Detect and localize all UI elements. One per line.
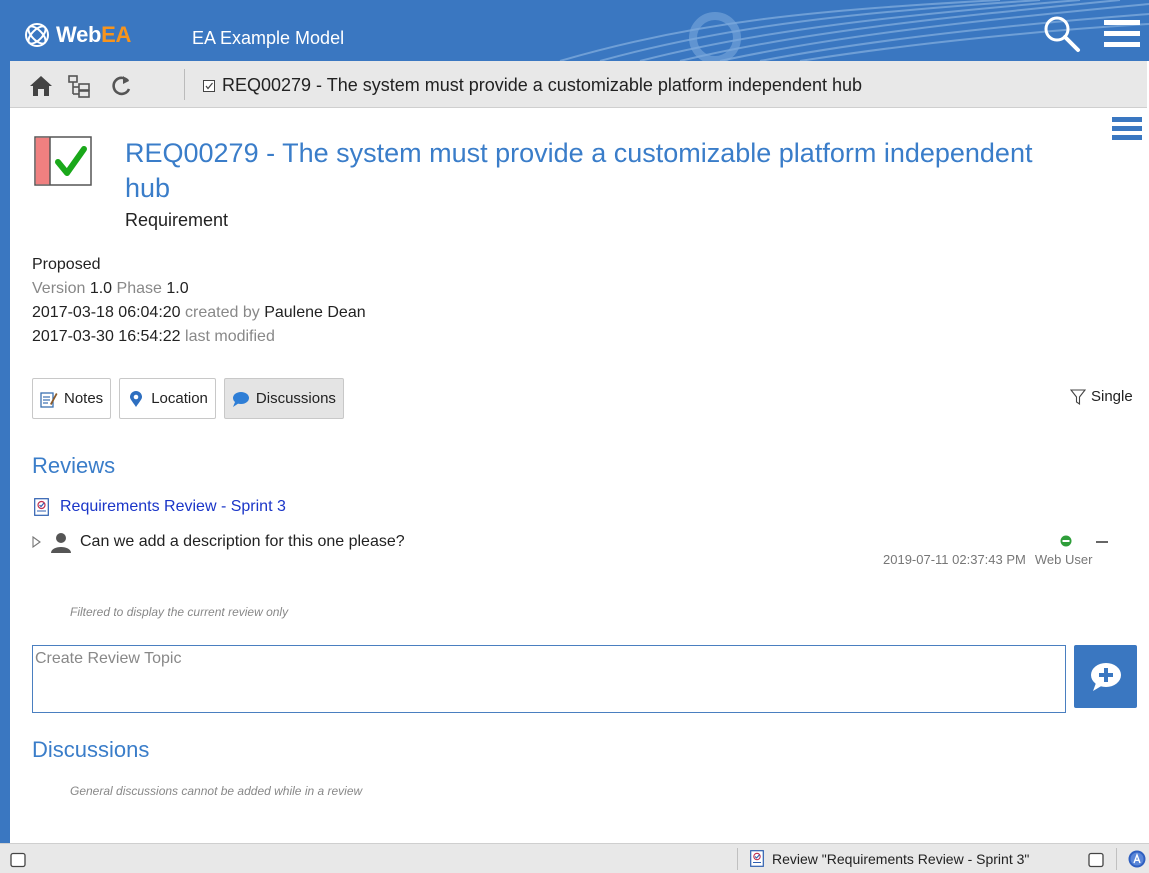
add-comment-icon — [1090, 662, 1121, 691]
breadcrumb: REQ00279 - The system must provide a cus… — [203, 75, 862, 96]
hamburger-menu-icon[interactable] — [1102, 18, 1142, 50]
topic-author: Web User — [1034, 552, 1093, 567]
review-icon — [34, 498, 49, 516]
tab-discussions-label: Discussions — [255, 390, 336, 407]
reviews-heading: Reviews — [32, 453, 116, 478]
current-review-text: Review "Requirements Review - Sprint 3" — [772, 850, 1030, 867]
filter-hint: Filtered to display the current review o… — [70, 605, 289, 619]
toggle-left-panel-icon[interactable] — [10, 852, 26, 868]
tab-notes-label: Notes — [64, 390, 104, 407]
status-divider — [1116, 848, 1117, 870]
review-link[interactable]: Requirements Review - Sprint 3 — [34, 498, 286, 516]
tab-location[interactable]: Location — [119, 378, 216, 419]
home-icon[interactable] — [28, 73, 54, 99]
topic-timestamp: 2019-07-11 02:37:43 PM — [883, 552, 1026, 567]
review-link-text: Requirements Review - Sprint 3 — [60, 498, 286, 515]
webea-logo[interactable]: WebEA — [24, 22, 131, 48]
search-icon[interactable] — [1042, 14, 1082, 54]
create-review-topic-input[interactable] — [32, 645, 1066, 713]
topic-meta: 2019-07-11 02:37:43 PM Web User — [883, 552, 1092, 567]
header-wave-decoration — [559, 0, 1149, 61]
model-name: EA Example Model — [192, 28, 345, 48]
status-text: Proposed — [32, 256, 101, 273]
tab-location-label: Location — [151, 390, 208, 407]
element-type: Requirement — [125, 210, 229, 230]
requirement-icon — [203, 79, 215, 92]
element-title: REQ00279 - The system must provide a cus… — [125, 138, 1033, 203]
location-pin-icon — [130, 390, 143, 407]
filter-label: Single — [1091, 388, 1133, 405]
topic-status-icon — [1060, 535, 1072, 547]
element-properties: Proposed Version 1.0 Phase 1.0 2017-03-1… — [32, 253, 366, 349]
status-divider — [737, 848, 738, 870]
topic-priority-indicator — [1096, 541, 1108, 543]
created-line: 2017-03-18 06:04:20 created by Paulene D… — [32, 304, 366, 321]
review-topic: Can we add a description for this one pl… — [32, 531, 405, 553]
breadcrumb-text: REQ00279 - The system must provide a cus… — [222, 75, 863, 95]
modified-line: 2017-03-30 16:54:22 last modified — [32, 328, 275, 345]
version-phase-line: Version 1.0 Phase 1.0 — [32, 280, 189, 297]
filter-icon — [1070, 388, 1086, 405]
left-accent-bar — [0, 61, 10, 873]
expand-arrow-icon[interactable] — [32, 536, 42, 548]
current-review-indicator[interactable]: Review "Requirements Review - Sprint 3" — [750, 850, 1029, 867]
user-avatar-icon — [51, 533, 71, 553]
chat-bubble-icon — [232, 391, 249, 407]
tab-discussions[interactable]: Discussions — [223, 378, 344, 419]
tree-icon[interactable] — [66, 73, 92, 99]
discussions-hint: General discussions cannot be added whil… — [70, 784, 363, 798]
refresh-icon[interactable] — [108, 73, 134, 99]
logo-text: WebEA — [56, 22, 132, 47]
user-account-icon[interactable] — [1128, 850, 1146, 868]
element-menu-icon[interactable] — [1112, 116, 1142, 142]
navigation-toolbar: REQ00279 - The system must provide a cus… — [10, 61, 1147, 108]
topic-text: Can we add a description for this one pl… — [80, 533, 405, 550]
review-icon — [750, 850, 764, 867]
add-topic-button[interactable] — [1074, 645, 1137, 708]
requirement-check-icon — [34, 136, 92, 186]
discussions-heading: Discussions — [32, 737, 150, 762]
property-tabs: Notes Location Discussions — [32, 378, 344, 419]
notes-icon — [40, 391, 58, 408]
element-properties-panel: REQ00279 - The system must provide a cus… — [10, 108, 1149, 843]
app-header: WebEA EA Example Model — [0, 0, 1149, 61]
toggle-right-panel-icon[interactable] — [1088, 852, 1104, 868]
toolbar-divider — [184, 69, 185, 100]
logo-icon — [25, 23, 49, 47]
filter-single-toggle[interactable]: Single — [1070, 388, 1133, 405]
tab-notes[interactable]: Notes — [32, 378, 112, 419]
status-bar: Review "Requirements Review - Sprint 3" — [0, 843, 1149, 873]
